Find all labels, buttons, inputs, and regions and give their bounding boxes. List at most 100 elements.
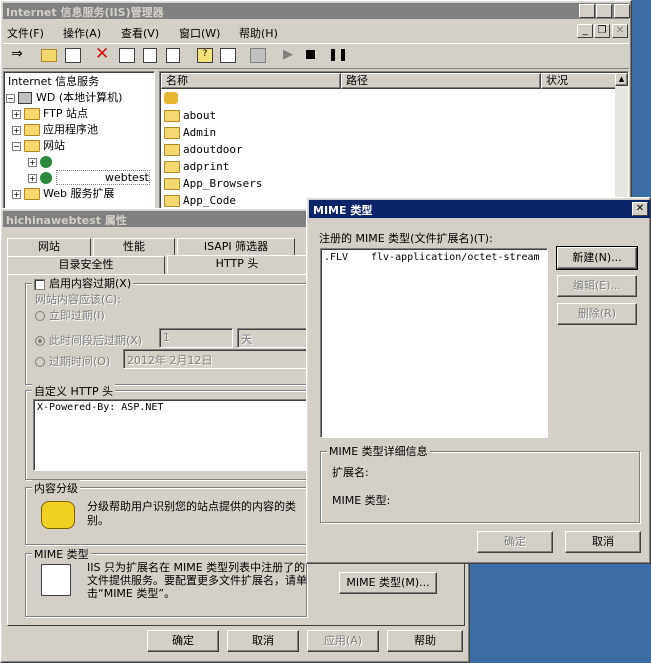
list-row[interactable]: about [164,108,216,124]
apply-button[interactable]: 应用(A) [307,630,379,652]
tree-server[interactable]: − WD (本地计算机) [6,90,122,106]
menu-window[interactable]: 窗口(W) [179,25,220,41]
new-button[interactable]: 新建(N)... [556,246,638,270]
server-icon [18,92,32,104]
list-row[interactable]: adprint [164,159,229,175]
expire-on-date[interactable]: 2012年 2月12日 [123,349,307,369]
edit-button[interactable]: 编辑(E)... [557,275,637,297]
folder-icon [24,124,40,136]
enable-expire-checkbox[interactable]: 启用内容过期(X) [32,275,134,291]
menu-help[interactable]: 帮助(H) [239,25,278,41]
expire-subtitle: 网站内容应该(C): [35,293,121,306]
tree-web-ext[interactable]: + Web 服务扩展 [12,186,114,202]
collapse-icon[interactable]: − [6,93,15,103]
mime-title-bar[interactable]: MIME 类型 ✕ [309,200,650,218]
registered-label: 注册的 MIME 类型(文件扩展名)(T): [319,232,493,245]
cancel-button[interactable]: 取消 [227,630,299,652]
list-row[interactable]: App_Code [164,193,236,209]
help-icon[interactable]: ? [197,48,213,63]
tree-root[interactable]: Internet 信息服务 [8,74,99,90]
list-scrollbar[interactable]: ▲ [615,73,628,207]
menu-action[interactable]: 操作(A) [63,25,101,41]
expire-after-input[interactable]: 1 [159,328,233,348]
iis-title-bar[interactable]: Internet 信息服务(IIS)管理器 _ □ ✕ [3,3,630,19]
mime-group-label: MIME 类型 [32,546,91,562]
maximize-button[interactable]: □ [596,4,612,18]
show-tree-icon[interactable] [65,48,81,63]
delete-icon[interactable]: ✕ [95,44,109,64]
custom-http-list[interactable]: X-Powered-By: ASP.NET [33,399,307,471]
tree-ftp[interactable]: + FTP 站点 [12,106,88,122]
expand-icon[interactable]: + [12,189,21,199]
tab-http-headers[interactable]: HTTP 头 [167,255,307,275]
details-label: MIME 类型详细信息 [327,443,430,459]
expand-icon[interactable]: + [28,173,37,183]
export-icon[interactable] [166,48,180,63]
delete-button[interactable]: 删除(R) [557,303,637,325]
gear-folder-icon [164,92,178,104]
list-row[interactable]: Admin [164,125,216,141]
tree-site-webtest[interactable]: + webtest [28,170,150,186]
menu-file[interactable]: 文件(F) [7,25,44,41]
mdi-restore-button[interactable]: ❐ [594,24,610,38]
checkbox-icon[interactable] [34,278,45,290]
tree-site-1[interactable]: + [28,154,52,170]
pause-icon[interactable]: ❚❚ [328,47,348,61]
mime-types-button[interactable]: MIME 类型(M)... [339,572,437,594]
mime-list[interactable]: .FLV flv-application/octet-stream [320,248,548,438]
scroll-up-icon[interactable]: ▲ [615,73,628,86]
rating-text: 分级帮助用户识别您的站点提供的内容的类别。 [87,500,296,527]
radio-selected-icon [35,336,45,346]
console-icon[interactable] [220,48,236,63]
folder-icon [24,108,40,120]
col-status[interactable]: 状况 [541,73,617,89]
computer-icon[interactable] [250,48,266,63]
menu-view[interactable]: 查看(V) [121,25,159,41]
iis-title: Internet 信息服务(IIS)管理器 [6,6,164,19]
expand-icon[interactable]: + [28,157,37,167]
mdi-close-button[interactable]: ✕ [612,24,628,38]
expire-on-radio[interactable]: 过期时间(O) [35,353,110,369]
folder-icon [164,144,180,156]
expire-after-radio[interactable]: 此时间段后过期(X) [35,332,142,348]
tree-app-pools[interactable]: + 应用程序池 [12,122,98,138]
folder-icon [164,127,180,139]
mime-dialog: MIME 类型 ✕ 注册的 MIME 类型(文件扩展名)(T): .FLV fl… [306,197,651,564]
minimize-button[interactable]: _ [579,4,595,18]
col-name[interactable]: 名称 [161,73,341,89]
col-path[interactable]: 路径 [341,73,541,89]
tree-websites[interactable]: − 网站 [12,138,65,154]
close-button[interactable]: ✕ [614,4,630,18]
mdi-minimize-button[interactable]: _ [577,24,593,38]
refresh-icon[interactable] [143,48,157,63]
expire-unit-select[interactable]: 天 [237,328,307,348]
menu-bar: 文件(F) 操作(A) 查看(V) 窗口(W) 帮助(H) _ ❐ ✕ [3,21,629,41]
play-icon[interactable]: ▶ [283,47,293,62]
tab-website[interactable]: 网站 [7,238,91,256]
mime-entry-ext[interactable]: .FLV [324,252,348,263]
details-group [320,451,640,523]
mime-ok-button[interactable]: 确定 [477,531,553,553]
mime-entry-type[interactable]: flv-application/octet-stream [371,252,540,263]
collapse-icon[interactable]: − [12,141,21,151]
expand-icon[interactable]: + [12,109,21,119]
ok-button[interactable]: 确定 [147,630,219,652]
back-arrow-icon[interactable]: ⇒ [11,46,23,62]
mime-close-button[interactable]: ✕ [632,202,648,216]
list-row[interactable]: App_Browsers [164,176,262,192]
expire-immediately-radio[interactable]: 立即过期(I) [35,307,105,323]
expand-icon[interactable]: + [12,125,21,135]
up-folder-icon[interactable] [41,49,57,62]
tab-isapi[interactable]: ISAPI 筛选器 [177,238,295,256]
list-row[interactable]: adoutdoor [164,142,243,158]
tab-dir-security[interactable]: 目录安全性 [7,256,165,274]
tab-performance[interactable]: 性能 [93,238,175,256]
rating-icon [41,501,75,529]
help-button[interactable]: 帮助 [387,630,463,652]
mime-cancel-button[interactable]: 取消 [565,531,641,553]
folder-icon [164,110,180,122]
list-row-root[interactable] [164,90,178,106]
properties-icon[interactable] [119,48,135,63]
custom-http-item[interactable]: X-Powered-By: ASP.NET [37,402,163,413]
stop-icon[interactable] [306,50,315,59]
